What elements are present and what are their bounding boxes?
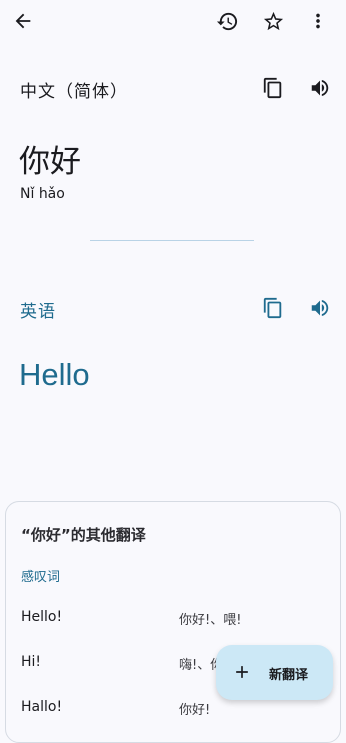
back-translation: 你好!	[179, 703, 211, 718]
new-translation-label: 新翻译	[269, 668, 309, 683]
part-of-speech-label: 感叹词	[21, 570, 61, 585]
section-divider	[90, 240, 254, 241]
source-copy-button[interactable]	[259, 74, 287, 102]
other-translations-title: “你好”的其他翻译	[21, 526, 146, 544]
source-text[interactable]: 你好	[19, 136, 81, 181]
source-speak-button[interactable]	[306, 74, 334, 102]
volume-icon	[311, 79, 329, 97]
copy-icon	[263, 77, 282, 99]
translation-word: Hi!	[21, 654, 42, 670]
translation-row[interactable]: Hallo! 你好!	[6, 699, 340, 723]
new-translation-button[interactable]: 新翻译	[216, 645, 333, 700]
translation-word: Hallo!	[21, 699, 63, 715]
source-transliteration: Nǐ hǎo	[20, 186, 65, 202]
history-button[interactable]	[213, 7, 241, 35]
translation-word: Hello!	[21, 609, 63, 625]
back-button[interactable]	[9, 7, 37, 35]
arrow-back-icon	[15, 13, 31, 29]
source-language-label: 中文（简体）	[20, 82, 128, 102]
top-app-bar	[0, 0, 346, 44]
target-speak-button[interactable]	[306, 294, 334, 322]
volume-icon	[311, 299, 329, 317]
translated-text[interactable]: Hello	[19, 357, 90, 393]
more-vert-icon	[316, 13, 320, 29]
star-outline-icon	[263, 11, 283, 30]
target-copy-button[interactable]	[259, 294, 287, 322]
target-language-label: 英语	[20, 302, 56, 322]
more-options-button[interactable]	[304, 7, 332, 35]
other-translations-card: “你好”的其他翻译 感叹词 Hello! 你好!、喂! Hi! 嗨!、你 Hal…	[5, 501, 341, 743]
copy-icon	[263, 297, 282, 319]
plus-icon	[236, 666, 248, 678]
history-icon	[216, 12, 237, 30]
star-button[interactable]	[259, 7, 287, 35]
back-translation: 你好!、喂!	[179, 613, 242, 628]
translation-row[interactable]: Hello! 你好!、喂!	[6, 609, 340, 633]
